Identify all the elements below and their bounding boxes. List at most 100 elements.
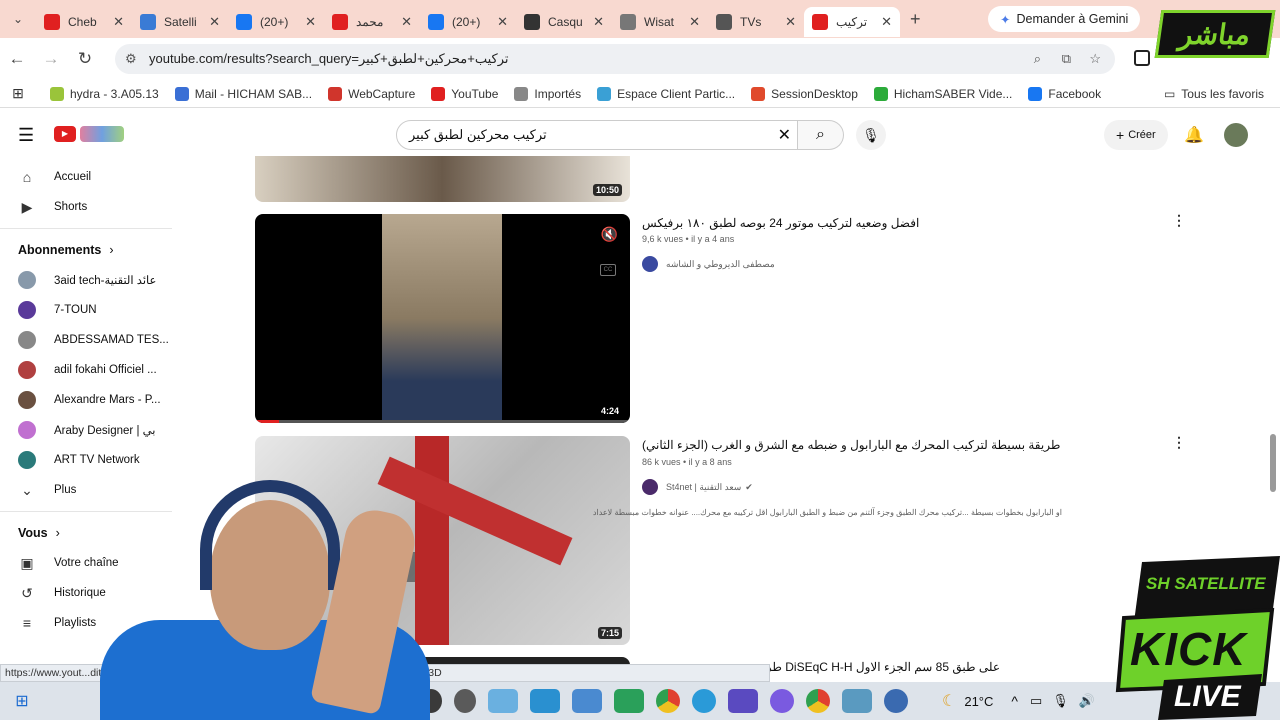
close-tab-icon[interactable]: ✕: [881, 14, 892, 30]
tab-list-chevron-icon[interactable]: ⌄: [0, 12, 36, 26]
bookmark-item[interactable]: Facebook: [1028, 86, 1101, 101]
mute-icon[interactable]: 🔇: [601, 226, 618, 243]
bookmark-favicon-icon: [174, 86, 189, 101]
install-icon[interactable]: ⧉: [1062, 51, 1071, 67]
chevron-right-icon: ›: [55, 526, 60, 540]
chevron-down-icon: ⌄: [21, 481, 33, 498]
network-icon[interactable]: ▭: [1030, 693, 1042, 709]
zoom-icon[interactable]: ⌕: [1034, 51, 1041, 67]
youtube-logo[interactable]: ▶: [54, 126, 76, 142]
clear-search-icon[interactable]: ✕: [778, 125, 791, 145]
gemini-button[interactable]: ✦ Demander à Gemini: [988, 6, 1141, 32]
channel-link[interactable]: مصطفى الديروطي و الشاشه: [642, 256, 775, 272]
taskbar-app-icon[interactable]: [884, 689, 908, 713]
browser-tab[interactable]: Casqu ✕: [516, 7, 612, 37]
bookmark-item[interactable]: Mail - HICHAM SAB...: [174, 86, 312, 101]
mic-tray-icon[interactable]: 🎙: [1052, 693, 1069, 709]
scrollbar[interactable]: [1270, 434, 1276, 492]
taskbar-app-icon[interactable]: [770, 689, 794, 713]
close-tab-icon[interactable]: ✕: [113, 14, 124, 30]
taskbar-app-icon[interactable]: [728, 689, 758, 713]
channel-avatar: [18, 391, 36, 409]
create-button[interactable]: + Créer: [1104, 120, 1168, 150]
search-input[interactable]: تركيب محركين لطبق كبير ✕: [396, 120, 798, 150]
volume-icon[interactable]: 🔊: [1079, 693, 1095, 709]
close-tab-icon[interactable]: ✕: [785, 14, 796, 30]
tab-title: (20+): [452, 15, 481, 29]
subscription-item-3[interactable]: adil fokahi Officiel ...: [0, 355, 172, 385]
site-info-icon[interactable]: ⚙: [125, 51, 137, 67]
subscriptions-heading[interactable]: Abonnements ›: [0, 235, 172, 265]
bookmark-item[interactable]: Espace Client Partic...: [597, 86, 735, 101]
captions-icon[interactable]: CC: [600, 264, 616, 276]
reload-icon[interactable]: ↻: [68, 49, 102, 69]
subscription-item-1[interactable]: 7-TOUN: [0, 295, 172, 325]
taskbar-app-icon[interactable]: [454, 689, 476, 713]
close-tab-icon[interactable]: ✕: [209, 14, 220, 30]
extension-icon[interactable]: [1134, 50, 1150, 66]
all-favorites-button[interactable]: ▭ Tous les favoris: [1164, 87, 1264, 101]
browser-tab[interactable]: Cheb ✕: [36, 7, 132, 37]
windows-start-icon[interactable]: ⊞: [0, 691, 44, 711]
more-actions-icon[interactable]: ⋮: [1172, 434, 1186, 451]
brand-logo-overlay: SH SATELLITE KICK LIVE: [1112, 556, 1280, 720]
subscription-item-2[interactable]: ABDESSAMAD TES...: [0, 325, 172, 355]
bookmark-item[interactable]: Importés: [514, 86, 581, 101]
video-title[interactable]: افضل وضعيه لتركيب موتور 24 بوصه لطبق ١٨٠…: [642, 216, 1162, 230]
gemini-icon: ✦: [1000, 12, 1011, 27]
browser-tab[interactable]: (20+) ✕: [420, 7, 516, 37]
taskbar-app-icon[interactable]: [488, 689, 518, 713]
avatar[interactable]: [1224, 123, 1248, 147]
chrome-icon[interactable]: [656, 689, 680, 713]
video-title[interactable]: على طبق 85 سم الجزء الاول DiSEqC H-H طري…: [770, 660, 1000, 674]
close-tab-icon[interactable]: ✕: [689, 14, 700, 30]
close-tab-icon[interactable]: ✕: [401, 14, 412, 30]
video-title[interactable]: طريقة بسيطة لتركيب المحرك مع البارابول و…: [642, 438, 1162, 452]
browser-tab[interactable]: Wisat ✕: [612, 7, 708, 37]
subscription-item-0[interactable]: 3aid tech-عائد التقنية: [0, 265, 172, 295]
taskbar-app-icon[interactable]: [530, 689, 560, 713]
forward-icon[interactable]: →: [34, 49, 68, 69]
taskbar-app-icon[interactable]: [614, 689, 644, 713]
new-tab-button[interactable]: +: [910, 9, 921, 30]
sidebar-item-0[interactable]: ⌂ Accueil: [0, 162, 172, 192]
close-tab-icon[interactable]: ✕: [305, 14, 316, 30]
taskbar-app-icon[interactable]: [842, 689, 872, 713]
subscription-item-4[interactable]: Alexandre Mars - P...: [0, 385, 172, 415]
menu-icon[interactable]: ☰: [18, 125, 34, 146]
back-icon[interactable]: ←: [0, 49, 34, 69]
bookmark-item[interactable]: HichamSABER Vide...: [873, 86, 1012, 101]
bookmark-item[interactable]: YouTube: [431, 86, 498, 101]
close-tab-icon[interactable]: ✕: [497, 14, 508, 30]
search-button[interactable]: ⌕: [798, 120, 844, 150]
browser-tab[interactable]: TVs ✕: [708, 7, 804, 37]
channel-icon: ▣: [20, 554, 34, 571]
browser-tab[interactable]: محمد ✕: [324, 7, 420, 37]
weather-temp[interactable]: 21°C: [964, 694, 993, 709]
video-thumbnail[interactable]: 10:50: [255, 156, 630, 202]
mic-icon: 🎙: [862, 127, 880, 143]
voice-search-button[interactable]: 🎙: [856, 120, 886, 150]
browser-tab[interactable]: (20+) ✕: [228, 7, 324, 37]
apps-grid-icon[interactable]: ⊞: [0, 85, 36, 102]
bookmark-item[interactable]: WebCapture: [328, 86, 415, 101]
bookmark-star-icon[interactable]: ☆: [1089, 51, 1101, 67]
notifications-icon[interactable]: 🔔: [1184, 125, 1204, 145]
weather-icon[interactable]: ☾: [942, 691, 956, 711]
tray-up-icon[interactable]: ^: [1011, 693, 1018, 709]
progress-bar[interactable]: [255, 420, 630, 423]
sidebar-item-1[interactable]: ▶ Shorts: [0, 192, 172, 222]
browser-tab[interactable]: Satelli ✕: [132, 7, 228, 37]
bookmark-item[interactable]: hydra - 3.A05.13: [50, 86, 159, 101]
bookmark-item[interactable]: SessionDesktop: [751, 86, 858, 101]
chrome-icon[interactable]: [806, 689, 830, 713]
url-field[interactable]: ⚙ youtube.com/results?search_query=تركيب…: [115, 44, 1115, 74]
browser-tab[interactable]: تركيب ✕: [804, 7, 900, 37]
close-tab-icon[interactable]: ✕: [593, 14, 604, 30]
taskbar-app-icon[interactable]: [692, 689, 716, 713]
video-thumbnail[interactable]: 🔇 CC 4:24: [255, 214, 630, 423]
taskbar-app-icon[interactable]: [572, 689, 602, 713]
channel-link[interactable]: St4net | سعد التقنية ✔: [642, 479, 753, 495]
subscription-item-5[interactable]: Araby Designer | بي: [0, 415, 172, 445]
more-actions-icon[interactable]: ⋮: [1172, 212, 1186, 229]
